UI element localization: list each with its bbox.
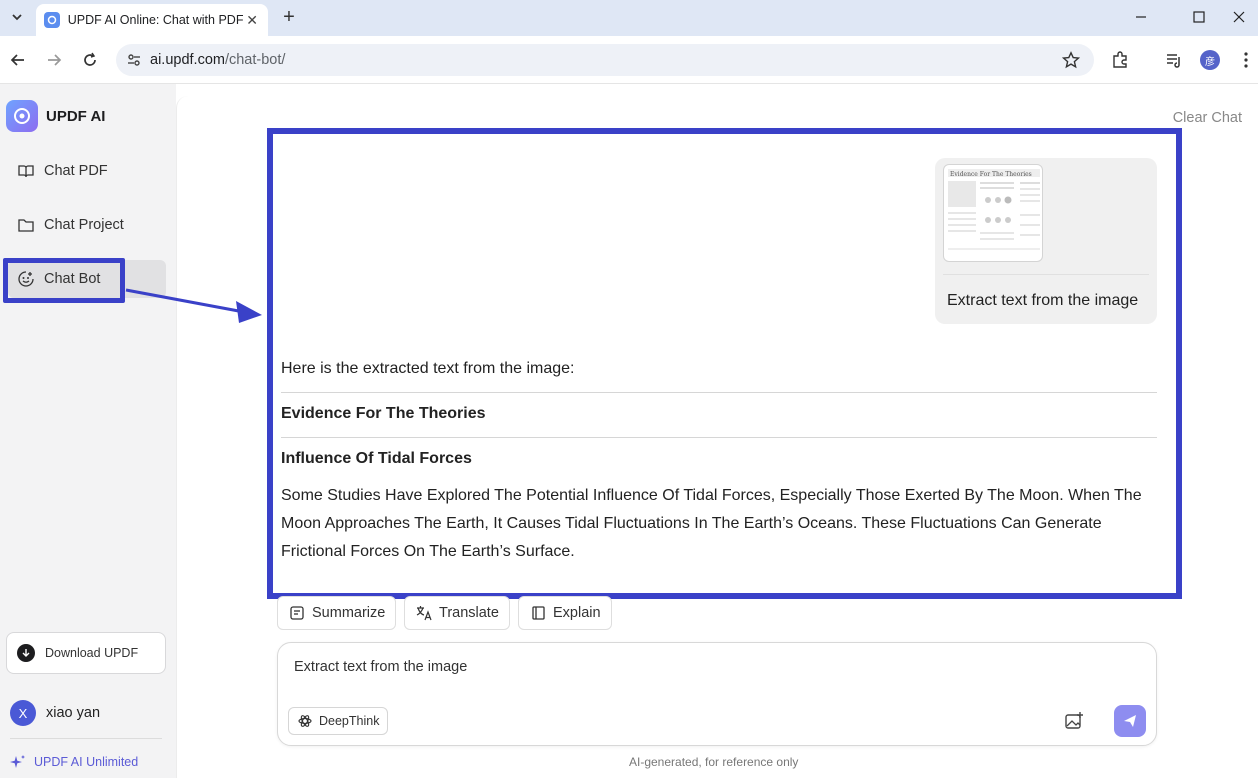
user-name: xiao yan <box>46 705 101 721</box>
maximize-icon[interactable] <box>1176 4 1222 30</box>
brand[interactable]: UPDF AI <box>6 100 105 132</box>
new-tab-icon[interactable]: + <box>278 6 300 28</box>
tab-search-dropdown-icon[interactable] <box>6 6 28 28</box>
sidebar-item-label: Chat Project <box>44 217 124 233</box>
svg-text:Evidence For The Theories: Evidence For The Theories <box>950 171 1032 178</box>
unlimited-label: UPDF AI Unlimited <box>34 755 139 769</box>
close-window-icon[interactable] <box>1220 4 1258 30</box>
deepthink-toggle[interactable]: DeepThink <box>288 707 389 735</box>
send-button[interactable] <box>1114 705 1146 737</box>
ai-response-intro: Here is the extracted text from the imag… <box>281 360 575 377</box>
sidebar-item-label: Chat PDF <box>44 163 108 179</box>
chat-bot-highlight-box <box>3 258 125 303</box>
sidebar-item-chat-project[interactable]: Chat Project <box>8 206 166 244</box>
sidebar: UPDF AI Chat PDF Chat Project Chat Bot D… <box>0 84 176 778</box>
address-bar[interactable]: ai.updf.com/chat-bot/ <box>116 44 1094 76</box>
translate-button[interactable]: Translate <box>404 596 510 630</box>
site-settings-icon[interactable] <box>118 52 150 68</box>
summarize-button[interactable]: Summarize <box>277 596 397 630</box>
upgrade-unlimited-link[interactable]: UPDF AI Unlimited <box>10 754 138 770</box>
back-arrow-icon[interactable] <box>6 48 30 72</box>
sidebar-divider <box>10 738 162 739</box>
url-domain: ai.updf.com <box>150 52 225 68</box>
atom-icon <box>297 713 313 729</box>
message-input[interactable]: Extract text from the image <box>294 659 467 675</box>
browser-tab[interactable]: UPDF AI Online: Chat with PDF ✕ <box>36 4 268 36</box>
bookmark-star-icon[interactable] <box>1061 51 1081 74</box>
bubble-divider <box>943 274 1149 275</box>
message-composer[interactable]: Extract text from the image DeepThink <box>277 642 1157 746</box>
translate-icon <box>415 604 433 622</box>
translate-label: Translate <box>439 605 499 621</box>
forward-arrow-icon[interactable] <box>42 48 66 72</box>
ai-response-heading-2: Influence Of Tidal Forces <box>281 450 472 467</box>
profile-avatar[interactable]: 彦 <box>1198 48 1222 72</box>
tab-title: UPDF AI Online: Chat with PDF <box>67 13 244 27</box>
deepthink-label: DeepThink <box>319 714 380 728</box>
avatar: X <box>10 700 36 726</box>
user-message-text: Extract text from the image <box>947 292 1139 309</box>
media-control-icon[interactable] <box>1162 48 1186 72</box>
attached-image-thumbnail[interactable]: Evidence For The Theories <box>943 164 1043 262</box>
ai-disclaimer: AI-generated, for reference only <box>629 755 799 769</box>
sparkle-icon <box>10 754 26 770</box>
extensions-puzzle-icon[interactable] <box>1108 48 1132 72</box>
browser-toolbar: ai.updf.com/chat-bot/ 彦 <box>0 36 1258 84</box>
ai-response-heading-1: Evidence For The Theories <box>281 405 486 422</box>
user-message-bubble: Evidence For The Theories Extract text f… <box>935 158 1157 324</box>
download-label: Download UPDF <box>45 646 139 660</box>
ai-response-paragraph: Some Studies Have Explored The Potential… <box>281 487 1142 560</box>
explain-label: Explain <box>553 605 601 621</box>
browser-tab-bar: UPDF AI Online: Chat with PDF ✕ + <box>0 0 1258 36</box>
book-open-icon <box>16 161 36 181</box>
tab-close-icon[interactable]: ✕ <box>244 12 260 29</box>
user-account[interactable]: X xiao yan <box>10 700 100 726</box>
minimize-icon[interactable] <box>1118 4 1164 30</box>
explain-book-icon <box>529 604 547 622</box>
clear-chat-button[interactable]: Clear Chat <box>1173 110 1242 126</box>
download-icon <box>17 644 35 662</box>
updf-favicon-icon <box>44 12 60 28</box>
summarize-label: Summarize <box>312 605 386 621</box>
browser-menu-icon[interactable] <box>1234 48 1258 72</box>
response-divider <box>281 392 1157 393</box>
response-divider <box>281 437 1157 438</box>
summarize-icon <box>288 604 306 622</box>
explain-button[interactable]: Explain <box>518 596 612 630</box>
brand-name: UPDF AI <box>46 107 106 125</box>
send-icon <box>1124 715 1136 727</box>
updf-ai-logo-icon <box>6 100 38 132</box>
url-path: /chat-bot/ <box>224 52 286 68</box>
image-upload-icon[interactable] <box>1062 709 1086 733</box>
folder-icon <box>16 215 36 235</box>
reload-icon[interactable] <box>78 48 102 72</box>
sidebar-item-chat-pdf[interactable]: Chat PDF <box>8 152 166 190</box>
download-updf-button[interactable]: Download UPDF <box>6 632 166 674</box>
